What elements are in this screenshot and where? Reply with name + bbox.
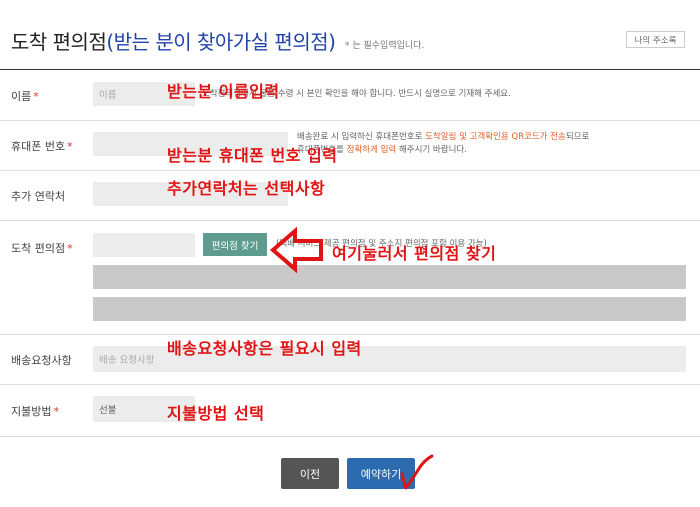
annotation-payment: 지불방법 선택	[167, 404, 265, 423]
row-divider	[0, 384, 700, 385]
page-title-sub: (받는 분이 찾아가실 편의점)	[106, 30, 336, 54]
address-book-button[interactable]: 나의 주소록	[626, 31, 685, 48]
store-name-field	[93, 265, 686, 289]
row-divider	[0, 220, 700, 221]
row-divider	[0, 120, 700, 121]
annotation-name: 받는분 이름입력	[167, 82, 280, 101]
form-top-divider	[0, 69, 700, 70]
annotation-store: 여기눌러서 편의점 찾기	[332, 244, 497, 263]
form-bottom-divider	[0, 436, 700, 437]
check-mark-icon	[400, 454, 434, 490]
extra-contact-label: 추가 연락처	[11, 190, 66, 203]
page-title: 도착 편의점(받는 분이 찾아가실 편의점)	[11, 26, 336, 55]
find-store-button[interactable]: 편의점 찾기	[203, 233, 267, 256]
page-title-main: 도착 편의점	[11, 30, 107, 54]
store-address-field	[93, 297, 686, 321]
store-code-input[interactable]	[93, 233, 195, 257]
store-label: 도착 편의점 *	[11, 242, 73, 255]
phone-label: 휴대폰 번호 *	[11, 140, 73, 153]
row-divider	[0, 170, 700, 171]
left-arrow-annotation-icon	[269, 226, 323, 274]
phone-guide: 배송완료 시 입력하신 휴대폰번호로 도착알림 및 고객확인용 QR코드가 전송…	[297, 132, 590, 155]
payment-label: 지불방법 *	[11, 405, 59, 418]
name-label: 이름 *	[11, 90, 39, 103]
annotation-request: 배송요청사항은 필요시 입력	[167, 339, 362, 358]
annotation-phone: 받는분 휴대폰 번호 입력	[167, 146, 338, 165]
request-label: 배송요청사항	[11, 354, 72, 367]
annotation-extra: 추가연락처는 선택사항	[167, 179, 326, 198]
required-note: * 는 필수입력입니다.	[345, 41, 425, 51]
prev-button[interactable]: 이전	[281, 458, 339, 489]
